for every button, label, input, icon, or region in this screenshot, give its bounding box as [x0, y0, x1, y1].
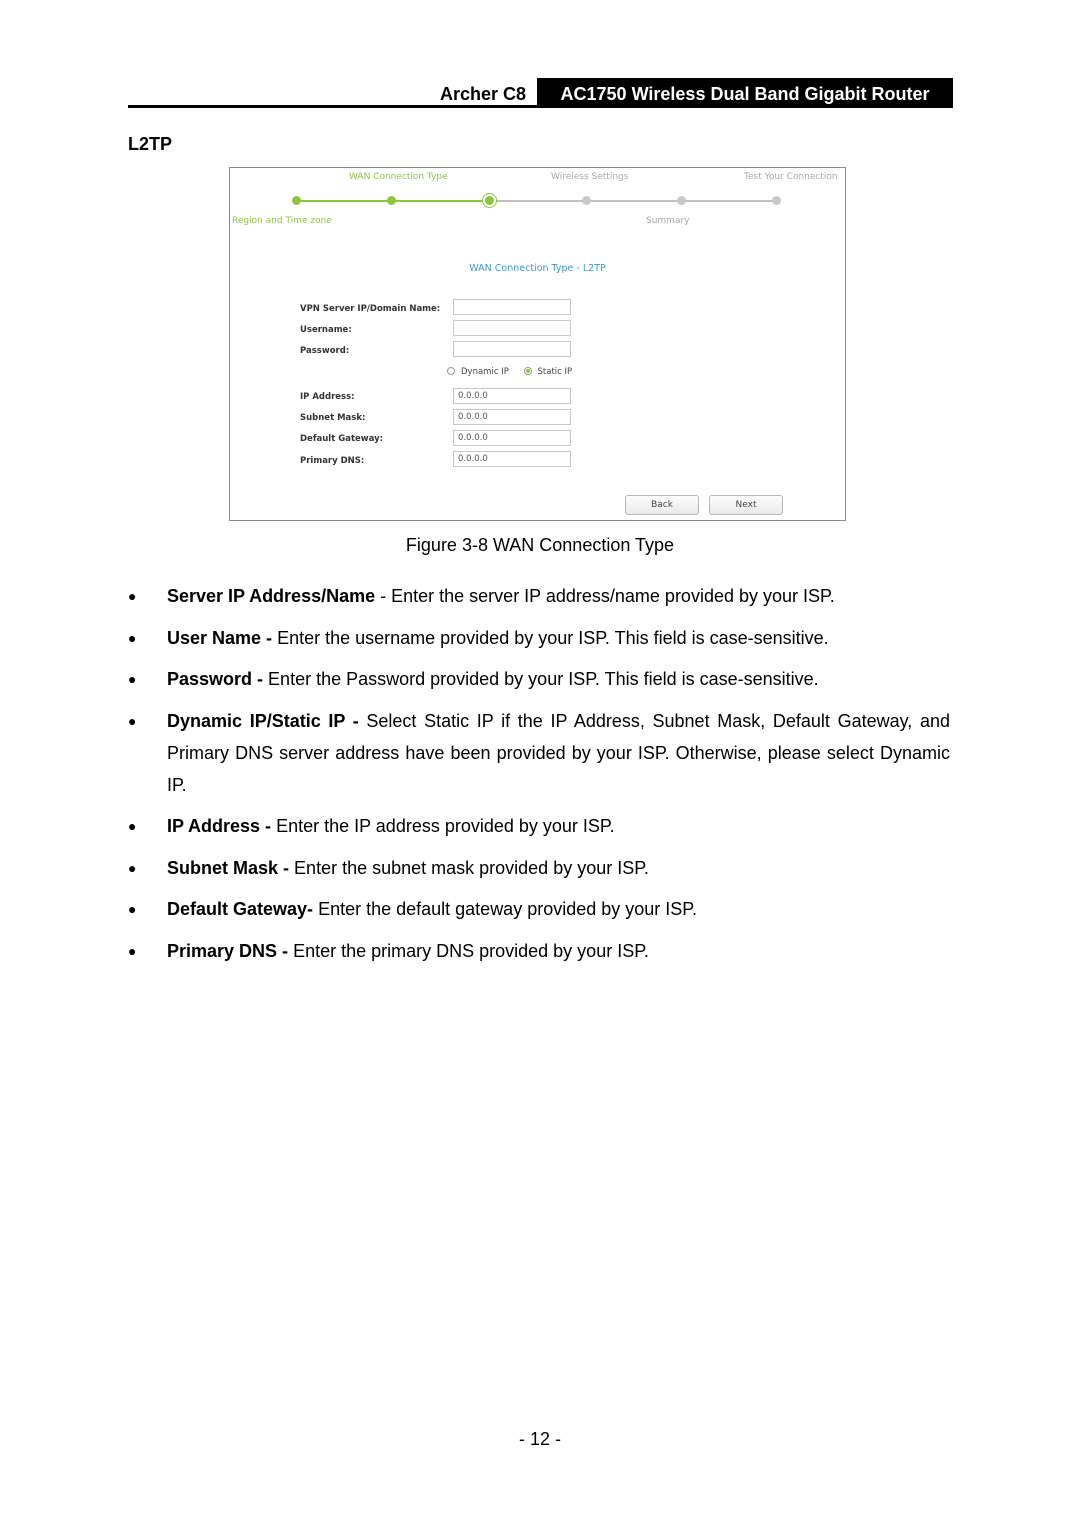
- figure-caption: Figure 3-8 WAN Connection Type: [405, 535, 675, 555]
- default-gateway-label: Default Gateway:: [300, 434, 384, 444]
- bullet-icon: ●: [128, 588, 137, 604]
- bullet-item: ● IP Address - Enter the IP address provi…: [128, 810, 950, 842]
- default-gateway-input[interactable]: 0.0.0.0: [453, 430, 571, 446]
- step-dot-3-current: [485, 196, 494, 205]
- ip-address-input[interactable]: 0.0.0.0: [453, 388, 571, 404]
- username-label: Username:: [300, 325, 352, 335]
- form-title: WAN Connection Type - L2TP: [469, 263, 606, 274]
- page-header: Archer C8 AC1750 Wireless Dual Band Giga…: [128, 78, 953, 108]
- step-dot-6: [772, 196, 781, 205]
- bullet-icon: ●: [128, 629, 137, 646]
- bullet-text: Enter the IP address provided by your IS…: [276, 816, 615, 836]
- bullet-list: ● Server IP Address/Name - Enter the serv…: [128, 580, 950, 976]
- back-button[interactable]: Back: [625, 495, 699, 515]
- bullet-icon: ●: [128, 859, 137, 876]
- step-dot-2: [387, 196, 396, 205]
- bullet-term: Password -: [167, 669, 264, 689]
- bullet-item: ● Password - Enter the Password provided …: [128, 663, 950, 695]
- bullet-item: ● Dynamic IP/Static IP - Select Static IP…: [128, 705, 950, 801]
- bullet-item: ● User Name - Enter the username provided…: [128, 622, 950, 654]
- bullet-term: Default Gateway-: [167, 899, 314, 919]
- bullet-item: ● Subnet Mask - Enter the subnet mask pro…: [128, 852, 950, 884]
- dynamic-ip-radio[interactable]: [447, 367, 455, 375]
- bullet-term: IP Address -: [167, 816, 272, 836]
- step-region-time-zone: Region and Time zone: [232, 216, 332, 226]
- primary-dns-label: Primary DNS:: [300, 456, 365, 466]
- router-setup-screenshot: WAN Connection Type Wireless Settings Te…: [229, 167, 846, 521]
- step-dot-4: [582, 196, 591, 205]
- bullet-term: Primary DNS -: [167, 940, 289, 961]
- subnet-mask-input[interactable]: 0.0.0.0: [453, 409, 571, 425]
- bullet-item: ● Primary DNS - Enter the primary DNS pro…: [128, 935, 950, 967]
- ip-mode-radio-group: Dynamic IP Static IP: [447, 367, 584, 377]
- bullet-icon: ●: [128, 818, 137, 834]
- ip-address-label: IP Address:: [300, 392, 355, 402]
- bullet-term: Subnet Mask -: [167, 857, 290, 878]
- bullet-term: Dynamic IP/Static IP -: [167, 710, 359, 731]
- static-ip-label: Static IP: [537, 367, 573, 377]
- header-product: AC1750 Wireless Dual Band Gigabit Router: [537, 78, 953, 108]
- static-ip-radio[interactable]: [523, 367, 532, 375]
- bullet-text: Enter the default gateway provided by yo…: [318, 899, 697, 919]
- step-dot-1: [292, 196, 301, 205]
- next-button[interactable]: Next: [709, 495, 783, 515]
- primary-dns-input[interactable]: 0.0.0.0: [453, 451, 571, 467]
- subnet-mask-label: Subnet Mask:: [300, 413, 366, 423]
- bullet-text: Enter the subnet mask provided by your I…: [294, 857, 649, 878]
- step-wan-connection-type: WAN Connection Type: [349, 172, 448, 182]
- progress-track-todo: [490, 200, 778, 202]
- page-number: - 12 -: [518, 1429, 561, 1449]
- bullet-icon: ●: [128, 942, 137, 959]
- bullet-text: Enter the Password provided by your ISP.…: [268, 669, 819, 689]
- username-input[interactable]: [453, 320, 571, 336]
- vpn-server-label: VPN Server IP/Domain Name:: [300, 304, 441, 314]
- bullet-item: ● Server IP Address/Name - Enter the serv…: [128, 580, 950, 612]
- section-title: L2TP: [128, 134, 173, 154]
- bullet-icon: ●: [128, 712, 137, 729]
- bullet-text: Enter the server IP address/name provide…: [391, 586, 835, 606]
- step-summary: Summary: [646, 216, 690, 226]
- bullet-text: Enter the username provided by your ISP.…: [277, 627, 829, 648]
- bullet-term: User Name -: [167, 627, 273, 648]
- step-test-connection: Test Your Connection: [744, 172, 838, 182]
- vpn-server-input[interactable]: [453, 299, 571, 315]
- step-wireless-settings: Wireless Settings: [551, 172, 629, 182]
- password-label: Password:: [300, 346, 350, 356]
- static-ip-option[interactable]: Static IP: [523, 367, 573, 377]
- header-rule: [128, 105, 953, 108]
- bullet-term: Server IP Address/Name: [167, 586, 376, 606]
- password-input[interactable]: [453, 341, 571, 357]
- bullet-icon: ●: [128, 901, 137, 917]
- step-dot-5: [677, 196, 686, 205]
- dynamic-ip-label: Dynamic IP: [461, 367, 509, 377]
- dynamic-ip-option[interactable]: Dynamic IP: [447, 367, 509, 377]
- bullet-sep: -: [375, 586, 392, 606]
- bullet-item: ● Default Gateway- Enter the default gate…: [128, 893, 950, 925]
- bullet-icon: ●: [128, 671, 137, 687]
- bullet-text: Enter the primary DNS provided by your I…: [293, 940, 649, 961]
- header-model: Archer C8: [439, 84, 526, 104]
